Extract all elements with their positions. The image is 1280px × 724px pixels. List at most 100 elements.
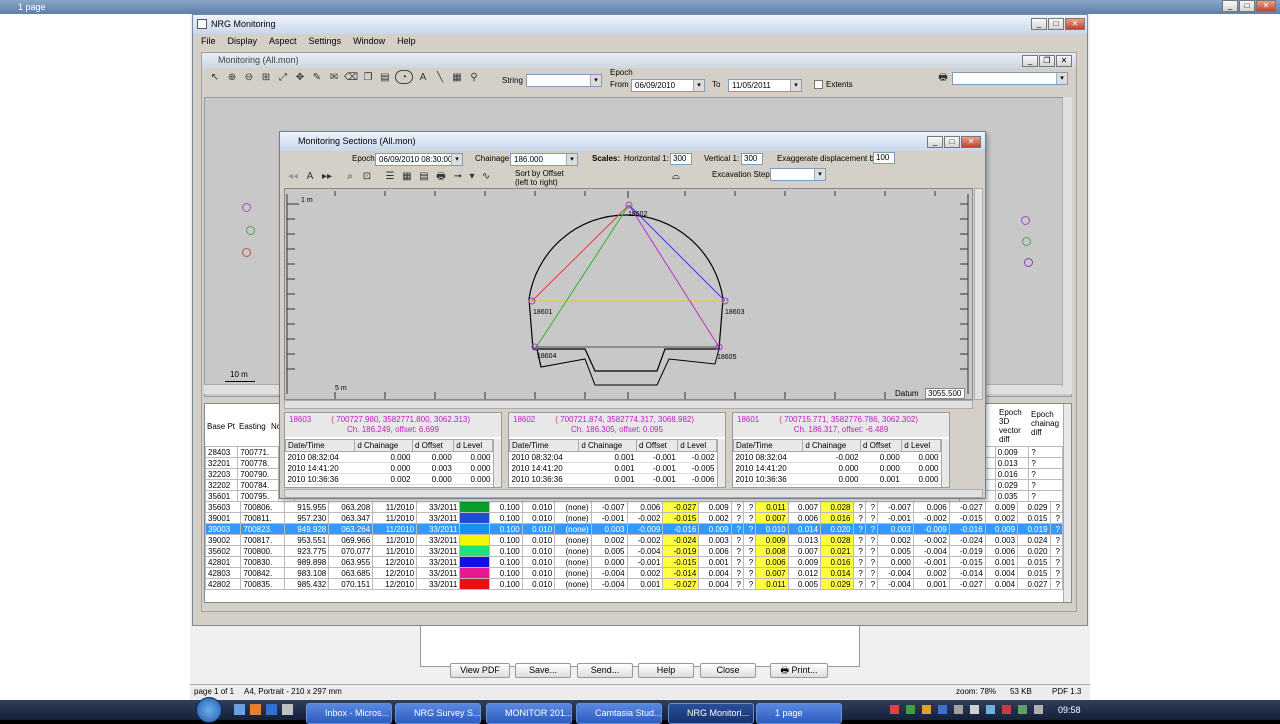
table-row[interactable]: 35602 700800. 923.775 070.077 11/2010 33/2011… bbox=[205, 545, 1064, 557]
line-icon[interactable]: ╲ bbox=[433, 71, 447, 85]
column-header[interactable]: Date/Time bbox=[508, 439, 580, 452]
table-row[interactable]: 2010 14:41:20 0.000 0.000 0.000 bbox=[733, 462, 941, 474]
column-header[interactable]: d Level bbox=[677, 439, 717, 452]
print-button[interactable]: 🖶 Print... bbox=[770, 663, 828, 678]
print-preview-icon[interactable]: ▤ bbox=[378, 71, 392, 85]
table-row[interactable]: 39001 700811. 957.230 063.347 11/2010 33/2011… bbox=[205, 512, 1064, 524]
excavation-select[interactable] bbox=[770, 168, 826, 181]
help-button[interactable]: Help bbox=[638, 663, 694, 678]
maximize-icon[interactable]: □ bbox=[1048, 18, 1064, 30]
text-icon[interactable]: A bbox=[416, 71, 430, 85]
minimize-icon[interactable]: _ bbox=[1031, 18, 1047, 30]
column-header[interactable]: d Chainage bbox=[578, 439, 637, 452]
table-row[interactable]: 35603 700806. 915.955 063.208 11/2010 33/2011… bbox=[205, 501, 1064, 513]
menu-aspect[interactable]: Aspect bbox=[269, 36, 297, 46]
table-row[interactable]: 2010 08:32:04 -0.002 0.000 0.000 bbox=[733, 451, 941, 463]
close-icon[interactable]: ✕ bbox=[1256, 0, 1276, 12]
section-plot[interactable]: 18602 18601 18603 18604 18605 1 m 5 m Da… bbox=[284, 188, 973, 400]
measure-icon[interactable]: ✎ bbox=[310, 71, 324, 85]
close-icon[interactable]: ✕ bbox=[961, 136, 981, 148]
quicklaunch-icon[interactable] bbox=[282, 704, 293, 715]
restore-icon[interactable]: ❐ bbox=[1039, 55, 1055, 67]
to-date-select[interactable]: 11/05/2011 bbox=[728, 79, 802, 92]
tray-icon[interactable] bbox=[1002, 705, 1011, 714]
minimize-icon[interactable]: _ bbox=[1022, 55, 1038, 67]
arrow-right-icon[interactable]: ➞ bbox=[451, 170, 465, 184]
quicklaunch-icon[interactable] bbox=[250, 704, 261, 715]
clock[interactable]: 09:58 bbox=[1058, 705, 1081, 715]
taskbar-item[interactable]: Camtasia Stud... bbox=[576, 703, 662, 724]
tunnel-icon[interactable]: ⌓ bbox=[672, 171, 680, 182]
grid-scrollbar-v[interactable] bbox=[1063, 404, 1071, 602]
monitoring-window-buttons[interactable]: _ ❐ ✕ bbox=[1021, 55, 1072, 67]
table-row[interactable]: 2010 10:36:36 0.001 -0.001 -0.006 bbox=[509, 473, 717, 485]
erase-icon[interactable]: ⌫ bbox=[344, 71, 358, 85]
maximize-icon[interactable]: □ bbox=[1239, 0, 1255, 12]
zoom-all-icon[interactable]: ⤢ bbox=[276, 71, 290, 85]
datum-value[interactable]: 3055.500 bbox=[925, 388, 965, 399]
tray-icon[interactable] bbox=[890, 705, 899, 714]
table-row[interactable]: 2010 10:36:36 0.000 0.001 0.000 bbox=[733, 473, 941, 485]
taskbar-item[interactable]: 1 page bbox=[756, 703, 842, 724]
subtables-scrollbar-h[interactable] bbox=[284, 489, 983, 498]
printer-icon[interactable]: 🖶 bbox=[936, 71, 950, 85]
chainage-select[interactable]: 186.000 bbox=[510, 153, 578, 166]
view-select[interactable] bbox=[952, 72, 1068, 85]
exaggerate-input[interactable]: 100 bbox=[873, 152, 895, 164]
minimize-icon[interactable]: _ bbox=[1222, 0, 1238, 12]
column-header[interactable]: d Level bbox=[453, 439, 493, 452]
table-row[interactable]: 2010 14:41:20 0.000 0.003 0.000 bbox=[285, 462, 493, 474]
tray-icon[interactable] bbox=[970, 705, 979, 714]
minimize-icon[interactable]: _ bbox=[927, 136, 943, 148]
menu-window[interactable]: Window bbox=[353, 36, 385, 46]
quicklaunch-icon[interactable] bbox=[266, 704, 277, 715]
column-header[interactable]: d Chainage bbox=[354, 439, 413, 452]
vertical-input[interactable]: 300 bbox=[741, 153, 763, 165]
curve-icon[interactable]: ∿ bbox=[479, 170, 493, 184]
table-row[interactable]: 39003 700823. 949.928 063.264 11/2010 33/2011… bbox=[205, 523, 1064, 535]
string-select[interactable] bbox=[526, 74, 602, 87]
zoom-window-icon[interactable]: ⊞ bbox=[259, 71, 273, 85]
column-header[interactable]: d Offset bbox=[411, 439, 455, 452]
table-row[interactable]: 42802 700835. 985.432 070.151 12/2010 33/2011… bbox=[205, 578, 1064, 590]
save-button[interactable]: Save... bbox=[515, 663, 571, 678]
chevron-down-icon[interactable]: ▾ bbox=[468, 170, 476, 184]
printer-icon[interactable]: 🖶 bbox=[434, 170, 448, 184]
prev-icon[interactable]: A bbox=[303, 170, 317, 184]
zoom-icon[interactable]: ⌕ bbox=[343, 170, 357, 184]
column-header[interactable]: d Chainage bbox=[802, 439, 861, 452]
menu-settings[interactable]: Settings bbox=[309, 36, 342, 46]
table-row[interactable]: 2010 08:32:04 0.001 -0.001 -0.002 bbox=[509, 451, 717, 463]
taskbar-item[interactable]: MONITOR 201... bbox=[486, 703, 572, 724]
table-row[interactable]: 2010 08:32:04 0.000 0.000 0.000 bbox=[285, 451, 493, 463]
tray-icon[interactable] bbox=[1034, 705, 1043, 714]
pointer-icon[interactable]: ↖ bbox=[208, 71, 222, 85]
copy-icon[interactable]: ❐ bbox=[361, 71, 375, 85]
tray-icon[interactable] bbox=[906, 705, 915, 714]
viewer-window-buttons[interactable]: _ □ ✕ bbox=[1221, 0, 1276, 12]
zoom-window-icon[interactable]: ⊡ bbox=[360, 170, 374, 184]
send-button[interactable]: Send... bbox=[577, 663, 633, 678]
scrollbar-v[interactable] bbox=[493, 439, 501, 487]
next-icon[interactable]: ▸▸ bbox=[320, 170, 334, 184]
start-button[interactable] bbox=[196, 697, 222, 723]
from-date-select[interactable]: 06/09/2010 bbox=[631, 79, 705, 92]
horizontal-input[interactable]: 300 bbox=[670, 153, 692, 165]
nrg-window-buttons[interactable]: _ □ ✕ bbox=[1030, 18, 1085, 30]
column-header[interactable]: d Offset bbox=[635, 439, 679, 452]
close-icon[interactable]: ✕ bbox=[1056, 55, 1072, 67]
tray-icon[interactable] bbox=[922, 705, 931, 714]
zoom-in-icon[interactable]: ⊕ bbox=[225, 71, 239, 85]
maximize-icon[interactable]: □ bbox=[944, 136, 960, 148]
close-icon[interactable]: ✕ bbox=[1065, 18, 1085, 30]
tray-icon[interactable] bbox=[954, 705, 963, 714]
extents-checkbox[interactable]: Extents bbox=[814, 80, 853, 90]
table-row[interactable]: 42801 700830. 989.898 063.955 12/2010 33/2011… bbox=[205, 556, 1064, 568]
section-epoch-select[interactable]: 06/09/2010 08:30:00 bbox=[375, 153, 463, 166]
tray-icon[interactable] bbox=[1018, 705, 1027, 714]
table-row[interactable]: 39002 700817. 953.551 069.966 11/2010 33/2011… bbox=[205, 534, 1064, 546]
section-scrollbar-h[interactable] bbox=[284, 400, 973, 409]
grid-icon[interactable]: ▦ bbox=[450, 71, 464, 85]
column-header[interactable]: d Offset bbox=[859, 439, 903, 452]
sections-window-buttons[interactable]: _ □ ✕ bbox=[926, 136, 981, 148]
